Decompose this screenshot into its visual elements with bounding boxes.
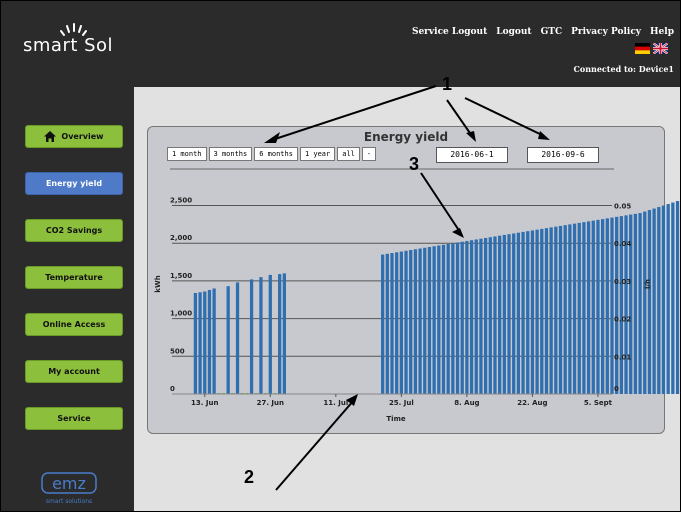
bar [596,219,600,394]
bar [526,231,530,394]
bar [418,248,422,394]
y2-tick-label: 0.01 [614,353,631,361]
bar [661,205,666,394]
bar [671,202,675,394]
bar [441,244,446,394]
bar [469,240,474,394]
bar [437,245,441,394]
bar [235,282,240,394]
bar [409,250,413,394]
bar [259,277,263,394]
x-tick-label: 11. Jul [323,399,348,407]
x-tick-label: 13. Jun [191,399,218,407]
y-axis-label: kWh [154,275,162,292]
bar [465,240,469,394]
bar [563,225,567,394]
bar [479,238,483,394]
bar [493,236,497,394]
bar [675,201,680,394]
x-tick-label: 5. Sept [584,399,613,407]
y2-tick-label: 0.03 [614,278,631,286]
bar [381,254,385,394]
y2-tick-label: 0.02 [614,316,631,324]
y2-tick-label: 0.04 [614,240,631,248]
bar [498,235,502,394]
bar [212,288,216,394]
y-tick-label: 1,000 [170,310,192,318]
bar [193,292,198,394]
bar [521,231,525,394]
x-tick-label: 8. Aug [454,399,479,407]
bar [558,225,563,394]
bar [446,243,450,394]
bar [502,234,506,394]
bar [249,279,254,394]
bar [207,289,212,394]
bar [554,226,558,394]
y-tick-label: 500 [170,347,185,355]
bar [657,207,661,394]
callout-2: 2 [244,467,255,487]
bar [633,213,638,394]
bar [540,228,544,394]
bar [652,208,656,394]
x-tick-label: 22. Aug [517,399,547,407]
y-tick-label: 2,500 [170,197,192,205]
x-axis-label: Time [386,415,405,423]
chart-svg: 0 0 500 0.01 1,000 0.02 1,500 0.03 2,000 0.04 2,50… [154,85,680,491]
bar [512,233,516,394]
x-tick-label: 25. Jul [389,399,414,407]
bar [530,230,535,394]
bar [395,252,399,394]
bar [432,246,436,394]
x-tick-label: 27. Jun [257,399,284,407]
bar [399,251,403,394]
bar [278,274,282,394]
bar [666,204,670,394]
bar [638,213,642,394]
bar [507,234,511,394]
bar [474,239,478,394]
bar [643,211,647,394]
bar [488,237,492,394]
bar [385,253,389,394]
bar [582,222,586,394]
bar [535,229,539,394]
y-tick-label: 0 [170,385,175,393]
chart-bars [193,201,680,394]
bar [586,221,591,394]
bar [568,224,572,394]
bar [601,219,605,394]
bar [390,253,394,394]
y2-tick-label: 0 [614,385,619,393]
bar [591,220,595,394]
bar [455,242,460,394]
bar [544,228,549,394]
y2-tick-label: 0.05 [614,203,631,211]
bar [577,222,581,394]
bar [549,227,553,394]
bar [203,291,207,394]
bar [647,210,652,394]
bar [516,232,521,394]
y2-axis-label: l/h [644,279,652,289]
y-tick-label: 1,500 [170,272,192,280]
bar [427,247,432,394]
y-tick-label: 2,000 [170,234,192,242]
bar [268,274,272,394]
bar [451,243,455,394]
bar [404,250,408,394]
bar [423,247,427,394]
bar [460,241,464,394]
callout-3: 3 [409,154,420,174]
bar [572,223,577,394]
bar [483,237,488,394]
bar [413,249,418,394]
bar [605,218,609,394]
callout-1: 1 [442,74,453,94]
bar [282,273,286,394]
bar [226,286,230,394]
bar [198,292,202,394]
